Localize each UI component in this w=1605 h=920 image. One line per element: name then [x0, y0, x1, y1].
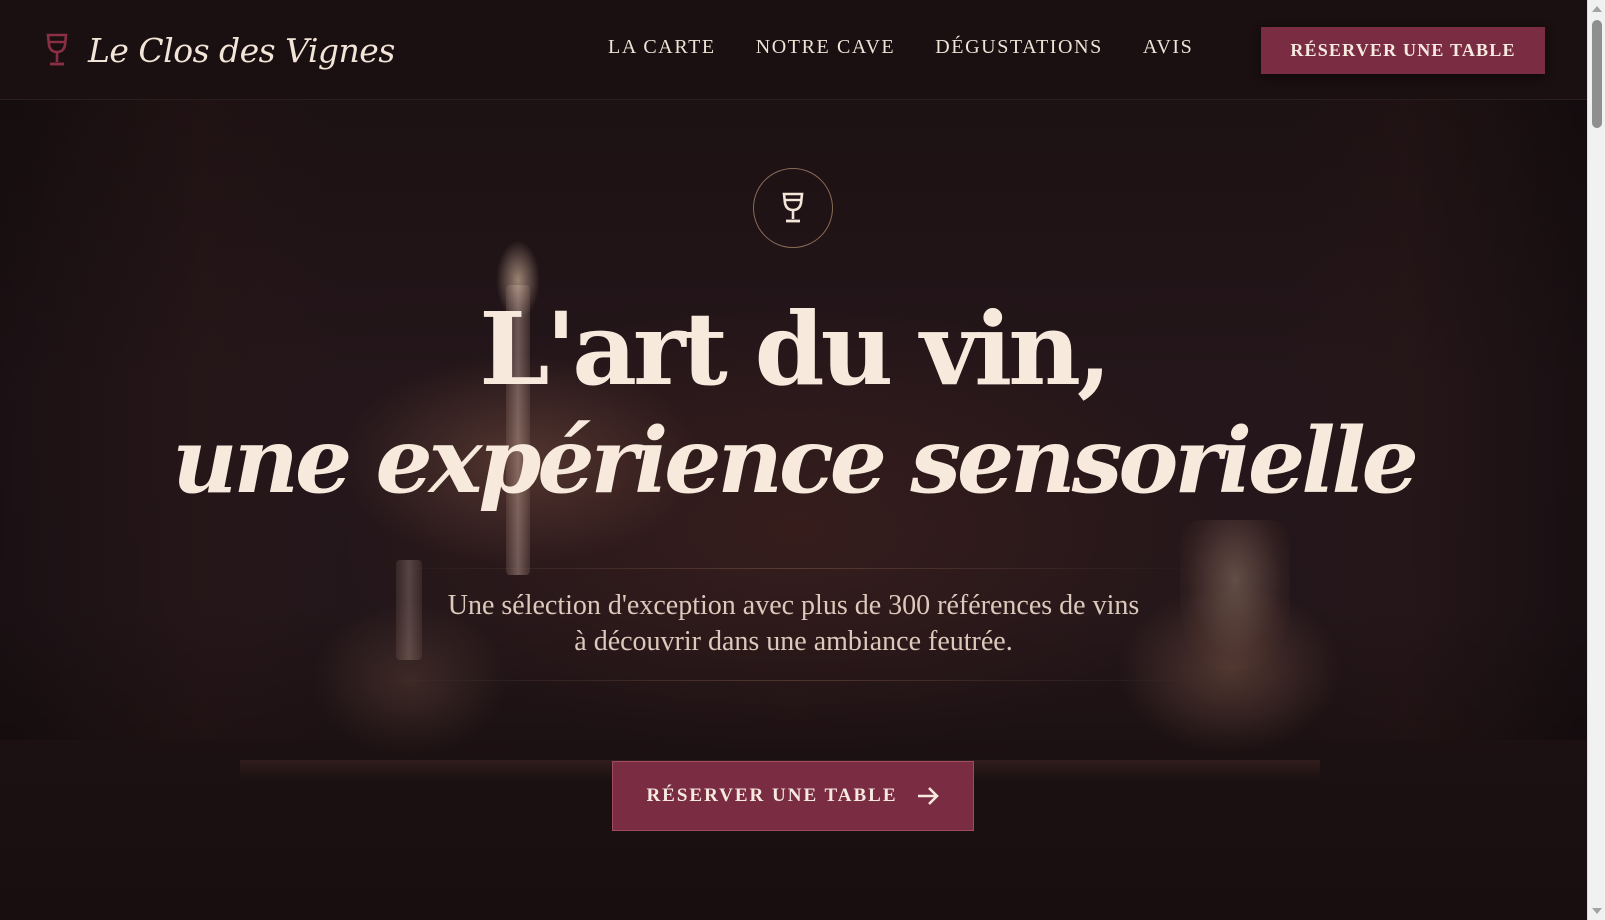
hero-subtitle-line2: à découvrir dans une ambiance feutrée. [574, 626, 1013, 657]
hero-emblem [753, 168, 833, 248]
scroll-up-arrow-icon[interactable] [1592, 6, 1602, 12]
wine-glass-icon [782, 192, 804, 223]
nav-item-degustations[interactable]: DÉGUSTATIONS [935, 36, 1103, 59]
nav-item-notre-cave[interactable]: NOTRE CAVE [756, 36, 896, 59]
hero-subtitle: Une sélection d'exception avec plus de 3… [0, 588, 1587, 660]
hero-title: L'art du vin, [479, 290, 1111, 408]
site-header: Le Clos des Vignes LA CARTE NOTRE CAVE D… [0, 0, 1587, 100]
scrollbar[interactable] [1587, 0, 1605, 920]
hero-reserve-button[interactable]: RÉSERVER UNE TABLE [612, 761, 974, 831]
wine-glass-icon [46, 33, 68, 66]
scrollbar-thumb[interactable] [1592, 20, 1602, 128]
arrow-right-icon [917, 787, 939, 805]
page: Le Clos des Vignes LA CARTE NOTRE CAVE D… [0, 0, 1587, 920]
logo[interactable]: Le Clos des Vignes [44, 26, 395, 74]
header-reserve-button[interactable]: RÉSERVER UNE TABLE [1261, 27, 1545, 74]
scroll-down-arrow-icon[interactable] [1592, 908, 1602, 914]
hero-subtitle-line1: Une sélection d'exception avec plus de 3… [447, 590, 1140, 621]
nav-item-la-carte[interactable]: LA CARTE [608, 36, 716, 59]
hero-title-italic: une expérience sensorielle [172, 408, 1419, 514]
brand-name: Le Clos des Vignes [88, 30, 395, 70]
nav-item-avis[interactable]: AVIS [1143, 36, 1194, 59]
hero-reserve-label: RÉSERVER UNE TABLE [646, 785, 898, 806]
main-nav: LA CARTE NOTRE CAVE DÉGUSTATIONS AVIS [608, 36, 1193, 59]
divider [377, 568, 1207, 569]
divider [377, 680, 1207, 681]
